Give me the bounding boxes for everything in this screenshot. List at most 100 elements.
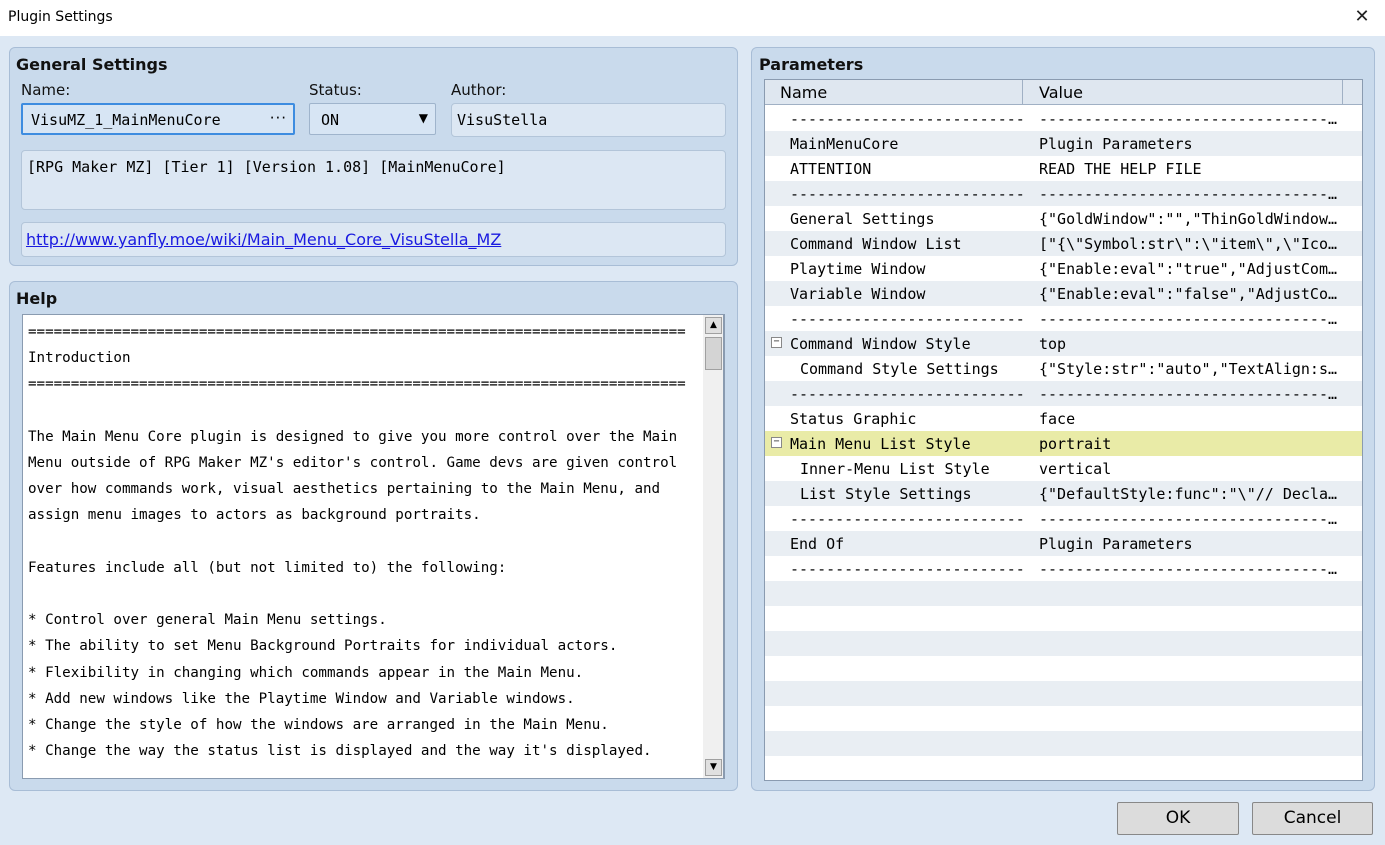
help-url-link[interactable]: http://www.yanfly.moe/wiki/Main_Menu_Cor… — [26, 230, 501, 249]
param-value: portrait — [1039, 435, 1112, 453]
window-title: Plugin Settings — [8, 9, 113, 25]
table-row[interactable]: − Main Menu List Style portrait — [765, 431, 1362, 456]
scroll-thumb[interactable] — [705, 337, 722, 370]
table-row[interactable]: ATTENTION READ THE HELP FILE — [765, 156, 1362, 181]
close-icon[interactable]: ✕ — [1351, 6, 1373, 28]
param-name: Playtime Window — [790, 260, 926, 278]
help-line: over how commands work, visual aesthetic… — [28, 481, 661, 498]
param-value: Plugin Parameters — [1039, 135, 1193, 153]
param-name: -------------------------- — [790, 310, 1025, 328]
param-name: Command Window Style — [790, 335, 971, 353]
plugin-name-field[interactable]: VisuMZ_1_MainMenuCore ··· — [21, 103, 295, 135]
description-box[interactable]: [RPG Maker MZ] [Tier 1] [Version 1.08] [… — [21, 150, 726, 210]
param-name: -------------------------- — [790, 510, 1025, 528]
param-name: MainMenuCore — [790, 135, 899, 153]
status-select[interactable]: ON ▼ — [309, 103, 436, 135]
param-value: ----------------------------------- — [1039, 510, 1339, 528]
plugin-name-value: VisuMZ_1_MainMenuCore — [31, 111, 221, 129]
title-bar: Plugin Settings ✕ — [0, 0, 1385, 36]
param-value: READ THE HELP FILE — [1039, 160, 1202, 178]
table-row[interactable]: Variable Window {"Enable:eval":"false","A… — [765, 281, 1362, 306]
scroll-up-icon[interactable]: ▲ — [705, 317, 722, 334]
param-name: List Style Settings — [800, 485, 972, 503]
help-line: * Control over general Main Menu setting… — [28, 612, 387, 629]
table-row[interactable]: Playtime Window {"Enable:eval":"true","Ad… — [765, 256, 1362, 281]
param-value: ----------------------------------- — [1039, 385, 1339, 403]
param-value: {"GoldWindow":"","ThinGoldWindow"··· — [1039, 210, 1339, 228]
table-row[interactable]: − Command Window Style top — [765, 331, 1362, 356]
help-line: Menu outside of RPG Maker MZ's editor's … — [28, 455, 678, 472]
param-name: General Settings — [790, 210, 935, 228]
status-label: Status: — [309, 81, 362, 99]
table-row[interactable]: -------------------------- --------------… — [765, 306, 1362, 331]
author-value: VisuStella — [457, 111, 548, 129]
table-row[interactable]: -------------------------- --------------… — [765, 506, 1362, 531]
table-row[interactable]: -------------------------- --------------… — [765, 106, 1362, 131]
help-scrollbar[interactable]: ▲ ▼ — [703, 314, 724, 779]
author-label: Author: — [451, 81, 507, 99]
chevron-down-icon[interactable]: ▼ — [419, 111, 428, 125]
table-row[interactable] — [765, 756, 1362, 780]
browse-button[interactable]: ··· — [270, 109, 287, 127]
column-header-name[interactable]: Name — [780, 83, 827, 102]
help-text-area[interactable]: ========================================… — [22, 314, 725, 779]
param-name: Variable Window — [790, 285, 926, 303]
help-line: ========================================… — [28, 324, 686, 340]
table-row[interactable]: General Settings {"GoldWindow":"","ThinGo… — [765, 206, 1362, 231]
help-line: Features include all (but not limited to… — [28, 559, 507, 576]
param-value: {"DefaultStyle:func":"\"// Decla··· — [1039, 485, 1339, 503]
table-row[interactable] — [765, 606, 1362, 631]
param-value: ----------------------------------- — [1039, 110, 1339, 128]
help-text: ========================================… — [28, 319, 704, 764]
table-row[interactable] — [765, 681, 1362, 706]
param-value: Plugin Parameters — [1039, 535, 1193, 553]
table-row[interactable]: -------------------------- --------------… — [765, 181, 1362, 206]
help-line: * Change the style of how the windows ar… — [28, 717, 609, 734]
collapse-icon[interactable]: − — [771, 337, 782, 348]
param-name: -------------------------- — [790, 110, 1025, 128]
url-box: http://www.yanfly.moe/wiki/Main_Menu_Cor… — [21, 222, 726, 257]
table-row[interactable] — [765, 631, 1362, 656]
help-line — [28, 581, 704, 607]
param-value: ["{\"Symbol:str\":\"item\",\"Ico··· — [1039, 235, 1339, 253]
collapse-icon[interactable]: − — [771, 437, 782, 448]
table-row[interactable] — [765, 706, 1362, 731]
column-header-value[interactable]: Value — [1039, 83, 1083, 102]
help-line: The Main Menu Core plugin is designed to… — [28, 428, 678, 445]
help-line: * The ability to set Menu Background Por… — [28, 638, 618, 655]
param-value: {"Enable:eval":"false","AdjustCo··· — [1039, 285, 1339, 303]
param-name: -------------------------- — [790, 560, 1025, 578]
param-name: Command Window List — [790, 235, 962, 253]
param-name: ATTENTION — [790, 160, 872, 178]
param-value: vertical — [1039, 460, 1112, 478]
help-title: Help — [16, 289, 58, 308]
param-name: -------------------------- — [790, 385, 1025, 403]
table-row[interactable]: -------------------------- --------------… — [765, 381, 1362, 406]
table-row[interactable]: MainMenuCore Plugin Parameters — [765, 131, 1362, 156]
cancel-button[interactable]: Cancel — [1252, 802, 1373, 835]
table-row[interactable]: -------------------------- --------------… — [765, 556, 1362, 581]
ok-button[interactable]: OK — [1117, 802, 1239, 835]
help-line: Introduction — [28, 350, 131, 367]
help-line: * Change the way the status list is disp… — [28, 743, 652, 760]
help-line: * Add new windows like the Playtime Wind… — [28, 690, 575, 707]
table-row[interactable]: Command Style Settings {"Style:str":"auto… — [765, 356, 1362, 381]
general-settings-title: General Settings — [16, 55, 168, 74]
status-value: ON — [321, 111, 340, 129]
table-row[interactable] — [765, 581, 1362, 606]
table-row[interactable] — [765, 656, 1362, 681]
author-field[interactable]: VisuStella — [451, 103, 726, 137]
param-value: ----------------------------------- — [1039, 185, 1339, 203]
table-row[interactable]: Status Graphic face — [765, 406, 1362, 431]
table-row[interactable] — [765, 731, 1362, 756]
help-line: assign menu images to actors as backgrou… — [28, 507, 481, 524]
description-text: [RPG Maker MZ] [Tier 1] [Version 1.08] [… — [27, 158, 506, 176]
param-name: Inner-Menu List Style — [800, 460, 990, 478]
table-row[interactable]: Command Window List ["{\"Symbol:str\":\"i… — [765, 231, 1362, 256]
param-value: {"Enable:eval":"true","AdjustCom··· — [1039, 260, 1339, 278]
table-row[interactable]: End Of Plugin Parameters — [765, 531, 1362, 556]
table-row[interactable]: List Style Settings {"DefaultStyle:func":… — [765, 481, 1362, 506]
help-line — [28, 529, 704, 555]
scroll-down-icon[interactable]: ▼ — [705, 759, 722, 776]
table-row[interactable]: Inner-Menu List Style vertical — [765, 456, 1362, 481]
